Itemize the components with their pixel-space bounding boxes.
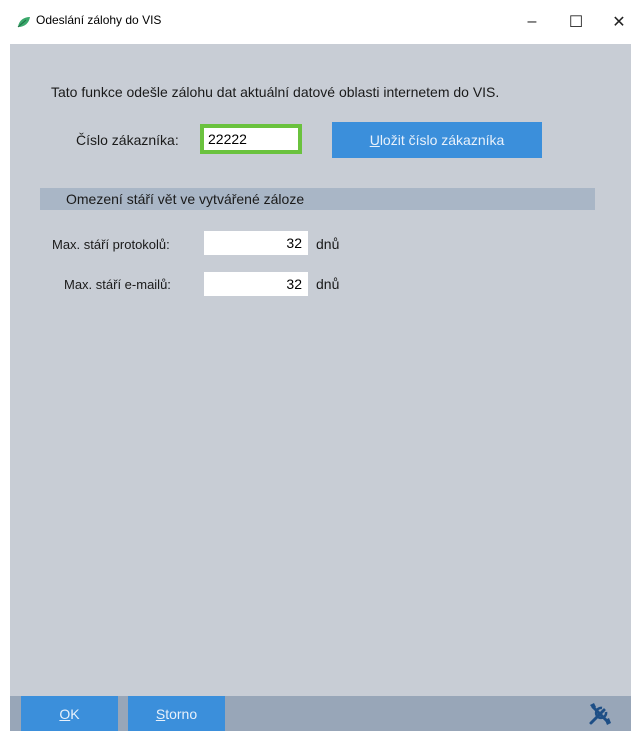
max-age-emails-unit: dnů bbox=[316, 276, 340, 292]
description-text: Tato funkce odešle zálohu dat aktuální d… bbox=[51, 84, 500, 100]
ok-button-label: K bbox=[70, 705, 80, 722]
cancel-button[interactable]: Storno bbox=[128, 696, 225, 731]
backup-dialog-window: Odeslání zálohy do VIS – ☐ ✕ Tato funkce… bbox=[0, 0, 641, 731]
retention-section-header: Omezení stáří vět ve vytvářené záloze bbox=[40, 188, 595, 210]
tools-icon[interactable] bbox=[585, 699, 615, 729]
customer-number-input[interactable] bbox=[200, 124, 302, 154]
max-age-protocols-label: Max. stáří protokolů: bbox=[52, 237, 170, 252]
save-customer-number-button[interactable]: Uložit číslo zákazníka bbox=[332, 122, 542, 158]
footer-bar: OK Storno bbox=[10, 696, 631, 731]
max-age-emails-input[interactable] bbox=[204, 272, 308, 296]
section-title: Omezení stáří vět ve vytvářené záloze bbox=[66, 191, 305, 207]
max-age-protocols-unit: dnů bbox=[316, 236, 340, 252]
cancel-button-accel: S bbox=[155, 705, 166, 722]
minimize-button[interactable]: – bbox=[512, 4, 552, 40]
app-leaf-icon bbox=[17, 17, 30, 28]
max-age-protocols-input[interactable] bbox=[204, 231, 308, 255]
close-button[interactable]: ✕ bbox=[599, 4, 639, 40]
ok-button-accel: O bbox=[59, 705, 71, 722]
max-age-emails-label: Max. stáří e-mailů: bbox=[64, 277, 171, 292]
dialog-content: Tato funkce odešle zálohu dat aktuální d… bbox=[10, 44, 631, 696]
customer-number-label: Číslo zákazníka: bbox=[76, 132, 179, 148]
save-button-accel: U bbox=[369, 132, 380, 148]
title-bar[interactable]: Odeslání zálohy do VIS – ☐ ✕ bbox=[0, 0, 641, 44]
cancel-button-label: torno bbox=[165, 705, 198, 722]
ok-button[interactable]: OK bbox=[21, 696, 118, 731]
window-title: Odeslání zálohy do VIS bbox=[36, 13, 162, 27]
maximize-button[interactable]: ☐ bbox=[556, 4, 596, 40]
save-button-label: ložit číslo zákazníka bbox=[379, 132, 505, 148]
